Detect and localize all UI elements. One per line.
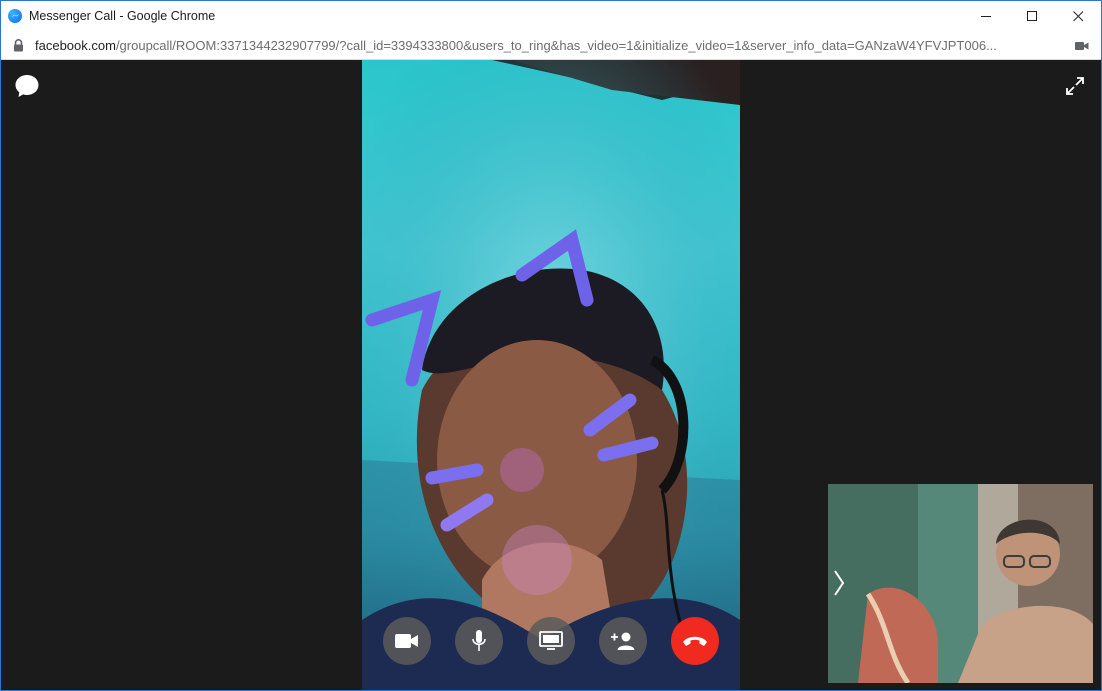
microphone-toggle-button[interactable]	[455, 617, 503, 665]
url-host: facebook.com	[35, 37, 116, 53]
self-view-video[interactable]	[828, 484, 1093, 683]
close-icon	[1072, 10, 1083, 21]
self-view-frame	[828, 484, 1093, 683]
window-title: Messenger Call - Google Chrome	[29, 9, 216, 23]
url-field[interactable]: facebook.com/groupcall/ROOM:337134423290…	[35, 38, 1045, 53]
close-button[interactable]	[1055, 1, 1101, 31]
window-controls	[963, 1, 1101, 31]
call-controls	[383, 617, 719, 665]
end-call-button[interactable]	[671, 617, 719, 665]
maximize-button[interactable]	[1009, 1, 1055, 31]
messenger-icon	[8, 9, 22, 23]
add-person-button[interactable]	[599, 617, 647, 665]
microphone-icon	[472, 630, 486, 651]
browser-window: Messenger Call - Google Chrome facebook.…	[0, 0, 1102, 691]
camera-toggle-button[interactable]	[383, 617, 431, 665]
remote-video	[362, 60, 740, 690]
video-camera-icon[interactable]	[1075, 39, 1089, 51]
minimize-icon	[980, 15, 991, 17]
url-path: /groupcall/ROOM:3371344232907799/?call_i…	[115, 37, 997, 53]
lock-icon[interactable]	[13, 38, 25, 52]
phone-hangup-icon	[683, 636, 707, 646]
screen-share-button[interactable]	[527, 617, 575, 665]
address-bar: facebook.com/groupcall/ROOM:337134423290…	[1, 31, 1101, 60]
add-person-icon	[611, 632, 635, 650]
title-bar: Messenger Call - Google Chrome	[1, 1, 1101, 31]
video-camera-icon	[395, 634, 418, 648]
chevron-right-icon[interactable]	[832, 568, 846, 598]
call-stage	[1, 60, 1101, 690]
remote-video-frame	[362, 60, 740, 690]
minimize-button[interactable]	[963, 1, 1009, 31]
maximize-icon	[1026, 10, 1037, 21]
monitor-icon	[539, 631, 563, 650]
chat-bubble-icon[interactable]	[14, 73, 40, 99]
expand-icon[interactable]	[1065, 76, 1085, 96]
